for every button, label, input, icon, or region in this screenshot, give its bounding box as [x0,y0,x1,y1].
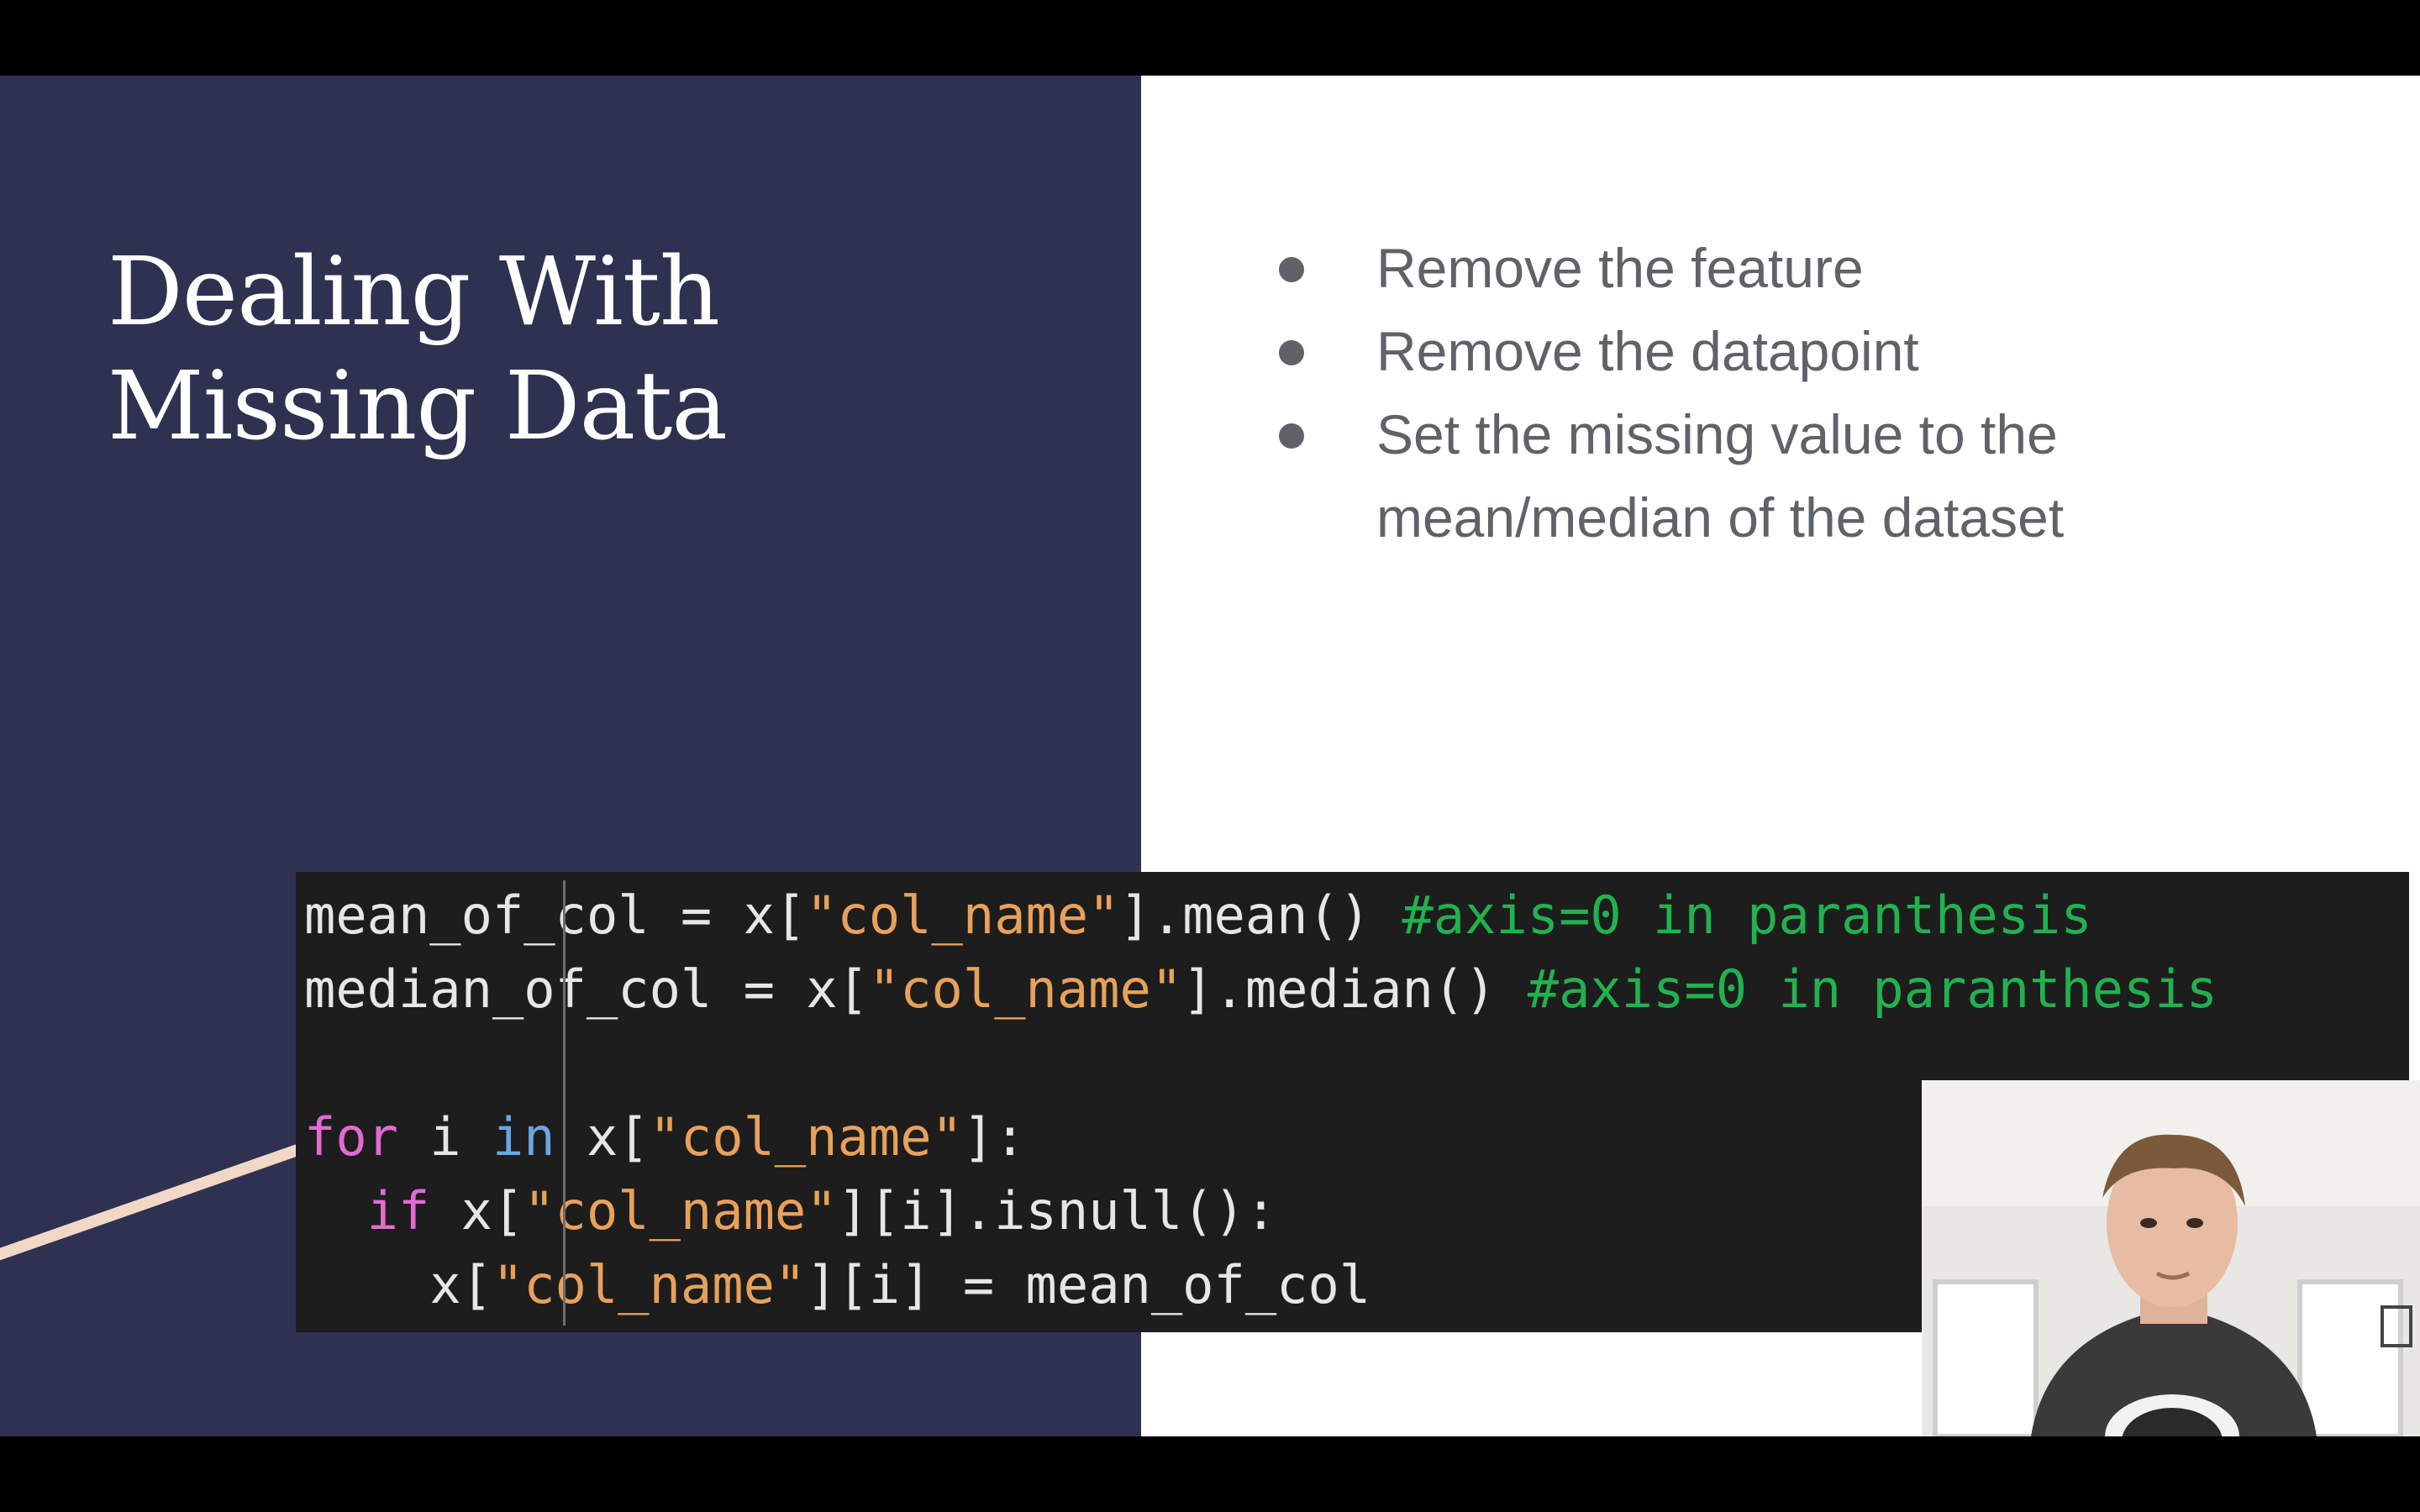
bullet-dot-icon [1279,423,1304,449]
bullet-dot-icon [1279,340,1304,365]
presentation-slide: Dealing With Missing Data Remove the fea… [0,76,2420,1436]
bullet-text: Remove the datapoint [1376,320,1919,382]
letterbox-top [0,0,2420,76]
bullet-list: Remove the feature Remove the datapoint … [1279,227,2245,559]
code-keyword: if [366,1180,430,1242]
code-string: "col_name" [806,885,1120,946]
code-line-1: mean_of_col = x["col_name"].mean() #axis… [304,879,2409,953]
code-token: ][i] = mean_of_col [806,1254,1371,1315]
code-token: x[ [429,1254,492,1315]
code-token: mean_of_col = x[ [304,885,807,946]
code-token: ][i].isnull(): [837,1180,1277,1242]
code-keyword: in [492,1106,555,1168]
code-string: "col_name" [492,1254,807,1315]
code-token: x[ [555,1106,650,1168]
code-keyword: for [304,1106,398,1168]
slide-title-line-2: Missing Data [108,352,728,461]
code-token: ]: [962,1106,1026,1168]
code-token: ].median() [1182,958,1528,1020]
bullet-item: Set the missing value to the mean/median… [1279,393,2245,559]
slide-title-line-1: Dealing With [108,238,720,347]
webcam-feed-image [1922,1080,2420,1436]
decorative-line-icon [0,1137,319,1261]
bullet-dot-icon [1279,257,1304,282]
bullet-text: Remove the feature [1376,237,1864,299]
code-token: median_of_col = x[ [304,958,869,1020]
code-line-2: median_of_col = x["col_name"].median() #… [304,953,2409,1026]
code-token: ].mean() [1119,885,1402,946]
code-comment: #axis=0 in paranthesis [1402,885,2092,946]
bullet-item: Remove the feature [1279,227,2245,310]
presenter-webcam [1922,1080,2420,1436]
slide-title: Dealing With Missing Data [108,235,1074,464]
code-token: x[ [429,1180,524,1242]
bullet-item: Remove the datapoint [1279,310,2245,393]
code-string: "col_name" [649,1106,963,1168]
code-token: i [397,1106,492,1168]
code-comment: #axis=0 in paranthesis [1527,958,2217,1020]
editor-indent-guide [563,880,566,1326]
code-string: "col_name" [868,958,1183,1020]
letterbox-bottom [0,1436,2420,1512]
bullet-text: Set the missing value to the mean/median… [1376,403,2065,549]
code-string: "col_name" [523,1180,838,1242]
